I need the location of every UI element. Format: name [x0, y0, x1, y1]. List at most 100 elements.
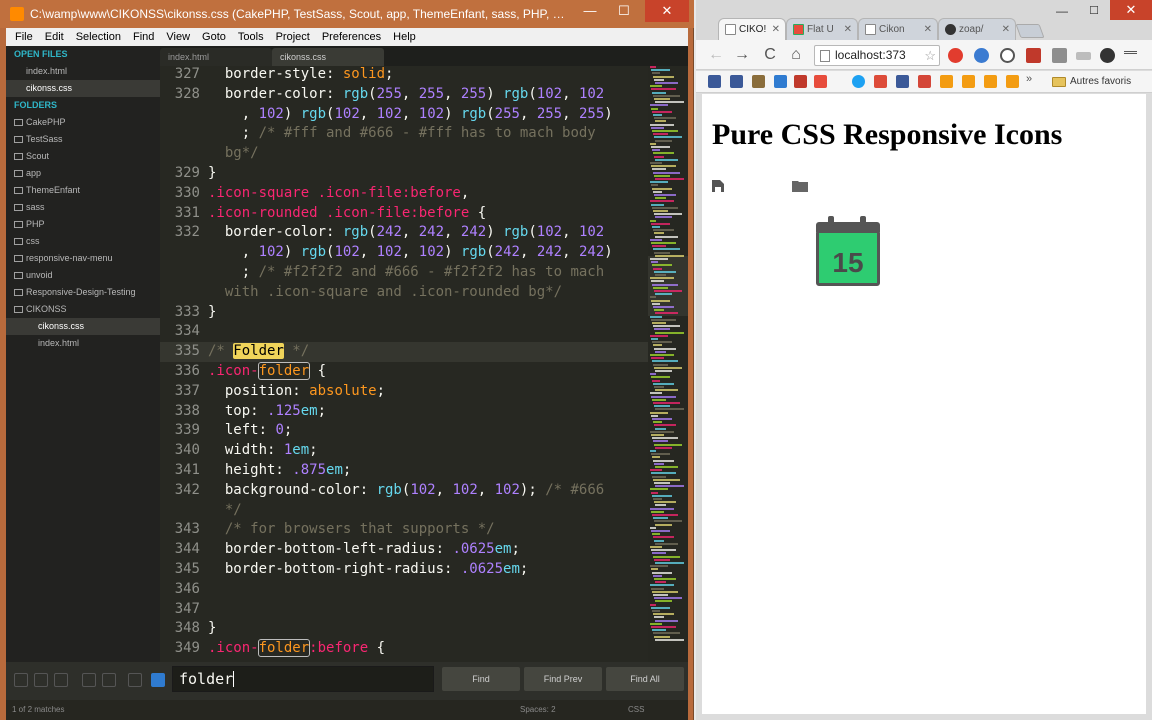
- close-button[interactable]: ✕: [1110, 0, 1152, 20]
- case-toggle-icon[interactable]: [34, 673, 48, 687]
- desktop: C:\wamp\www\CIKONSS\cikonss.css (CakePHP…: [0, 0, 1152, 720]
- file-item-active[interactable]: cikonss.css: [6, 318, 160, 335]
- folder-item[interactable]: CakePHP: [6, 114, 160, 131]
- minimap-line: [650, 219, 656, 222]
- folder-item[interactable]: PHP: [6, 216, 160, 233]
- wrap-toggle-icon[interactable]: [82, 673, 96, 687]
- open-file-item[interactable]: index.html: [6, 63, 160, 80]
- twitter-bookmark-icon[interactable]: [852, 75, 865, 88]
- menu-view[interactable]: View: [161, 31, 197, 43]
- in-selection-toggle-icon[interactable]: [102, 673, 116, 687]
- folder-item[interactable]: TestSass: [6, 131, 160, 148]
- browser-tab[interactable]: Cikon ✕: [858, 18, 938, 40]
- gear-icon[interactable]: [1100, 48, 1115, 63]
- minimap-line: [651, 107, 658, 110]
- minimap[interactable]: [648, 66, 688, 662]
- line-number: 339: [174, 422, 200, 439]
- browser-tab[interactable]: zoap/ ✕: [938, 18, 1016, 40]
- menu-file[interactable]: File: [10, 31, 40, 43]
- indentation-status[interactable]: Spaces: 2: [520, 700, 556, 720]
- find-prev-button[interactable]: Find Prev: [524, 667, 602, 691]
- find-button[interactable]: Find: [442, 667, 520, 691]
- minimap-line: [655, 293, 672, 296]
- facebook-bookmark-icon[interactable]: [896, 75, 909, 88]
- calendar-day: 15: [832, 247, 864, 278]
- sublime-title-bar[interactable]: C:\wamp\www\CIKONSS\cikonss.css (CakePHP…: [0, 0, 694, 28]
- reload-icon[interactable]: C: [760, 45, 780, 65]
- menu-tools[interactable]: Tools: [233, 31, 271, 43]
- bookmark-icon[interactable]: [940, 75, 953, 88]
- menu-help[interactable]: Help: [388, 31, 423, 43]
- facebook-bookmark-icon[interactable]: [730, 75, 743, 88]
- find-all-button[interactable]: Find All: [606, 667, 684, 691]
- menu-edit[interactable]: Edit: [40, 31, 71, 43]
- minimize-button[interactable]: —: [574, 0, 606, 22]
- menu-goto[interactable]: Goto: [197, 31, 233, 43]
- folder-item[interactable]: Responsive-Design-Testing: [6, 284, 160, 301]
- folder-item[interactable]: ThemeEnfant: [6, 182, 160, 199]
- whole-word-toggle-icon[interactable]: [54, 673, 68, 687]
- more-bookmarks-button[interactable]: »: [1026, 73, 1032, 85]
- back-arrow-icon[interactable]: ←: [706, 45, 726, 65]
- globe-extension-icon[interactable]: [974, 48, 989, 63]
- highlight-toggle-icon[interactable]: [151, 673, 165, 687]
- bookmark-star-icon[interactable]: ☆: [924, 46, 936, 65]
- red-extension-icon[interactable]: [1026, 48, 1041, 63]
- folder-item[interactable]: unvoid: [6, 267, 160, 284]
- folder-item[interactable]: css: [6, 233, 160, 250]
- close-tab-icon[interactable]: ✕: [1002, 19, 1010, 40]
- google-plus-bookmark-icon[interactable]: [874, 75, 887, 88]
- file-item[interactable]: index.html: [6, 335, 160, 352]
- address-bar[interactable]: localhost:373 ☆: [814, 45, 940, 66]
- minimap-line: [652, 418, 672, 420]
- close-tab-icon[interactable]: ✕: [924, 19, 932, 40]
- folder-item[interactable]: responsive-nav-menu: [6, 250, 160, 267]
- code-editor[interactable]: 327 border-style: solid; 328 border-color…: [160, 66, 648, 662]
- browser-tab-active[interactable]: CIKO! ✕: [718, 18, 786, 40]
- new-tab-button[interactable]: [1015, 24, 1045, 38]
- css-bookmark-icon[interactable]: [814, 75, 827, 88]
- bookmark-icon[interactable]: [1006, 75, 1019, 88]
- gray-extension-icon[interactable]: [1052, 48, 1067, 63]
- folder-item-open[interactable]: CIKONSS: [6, 301, 160, 318]
- folder-item[interactable]: app: [6, 165, 160, 182]
- browser-tab[interactable]: Flat U ✕: [786, 18, 858, 40]
- code-line: , 102) rgb(102, 102, 102) rgb(255, 255, …: [208, 105, 613, 122]
- home-icon[interactable]: ⌂: [786, 45, 806, 65]
- tray-extension-icon[interactable]: [1076, 52, 1091, 60]
- menu-preferences[interactable]: Preferences: [317, 31, 388, 43]
- regex-toggle-icon[interactable]: [14, 673, 28, 687]
- bookmark-icon[interactable]: [774, 75, 787, 88]
- maximize-button[interactable]: ☐: [1080, 2, 1108, 20]
- minimap-line: [652, 245, 666, 248]
- bookmark-icon[interactable]: [752, 75, 765, 88]
- gmail-bookmark-icon[interactable]: [918, 75, 931, 88]
- menu-project[interactable]: Project: [271, 31, 317, 43]
- tab-index-html[interactable]: index.html: [160, 48, 272, 66]
- other-bookmarks-button[interactable]: Autres favoris: [1052, 71, 1131, 93]
- minimap-line: [654, 174, 670, 177]
- bookmark-icon[interactable]: [984, 75, 997, 88]
- menu-find[interactable]: Find: [128, 31, 161, 43]
- find-input[interactable]: folder: [172, 666, 434, 692]
- maximize-button[interactable]: ☐: [608, 0, 640, 22]
- close-tab-icon[interactable]: ✕: [772, 19, 780, 40]
- forward-arrow-icon[interactable]: →: [732, 45, 752, 65]
- tab-cikonss-css[interactable]: cikonss.css: [272, 48, 384, 66]
- bookmark-icon[interactable]: [794, 75, 807, 88]
- folder-item[interactable]: Scout: [6, 148, 160, 165]
- minimize-button[interactable]: —: [1048, 2, 1076, 20]
- close-tab-icon[interactable]: ✕: [844, 19, 852, 40]
- menu-icon[interactable]: [1124, 51, 1137, 61]
- bookmark-icon[interactable]: [962, 75, 975, 88]
- settings-extension-icon[interactable]: [1000, 48, 1015, 63]
- code-line: ; /* #f2f2f2 and #666 - #f2f2f2 has to m…: [208, 264, 605, 280]
- opera-extension-icon[interactable]: [948, 48, 963, 63]
- syntax-status[interactable]: CSS: [628, 700, 644, 720]
- open-file-item-active[interactable]: cikonss.css: [6, 80, 160, 97]
- highlight-matches-toggle-icon[interactable]: [128, 673, 142, 687]
- folder-item[interactable]: sass: [6, 199, 160, 216]
- menu-selection[interactable]: Selection: [71, 31, 128, 43]
- facebook-bookmark-icon[interactable]: [708, 75, 721, 88]
- close-button[interactable]: ✕: [645, 0, 689, 22]
